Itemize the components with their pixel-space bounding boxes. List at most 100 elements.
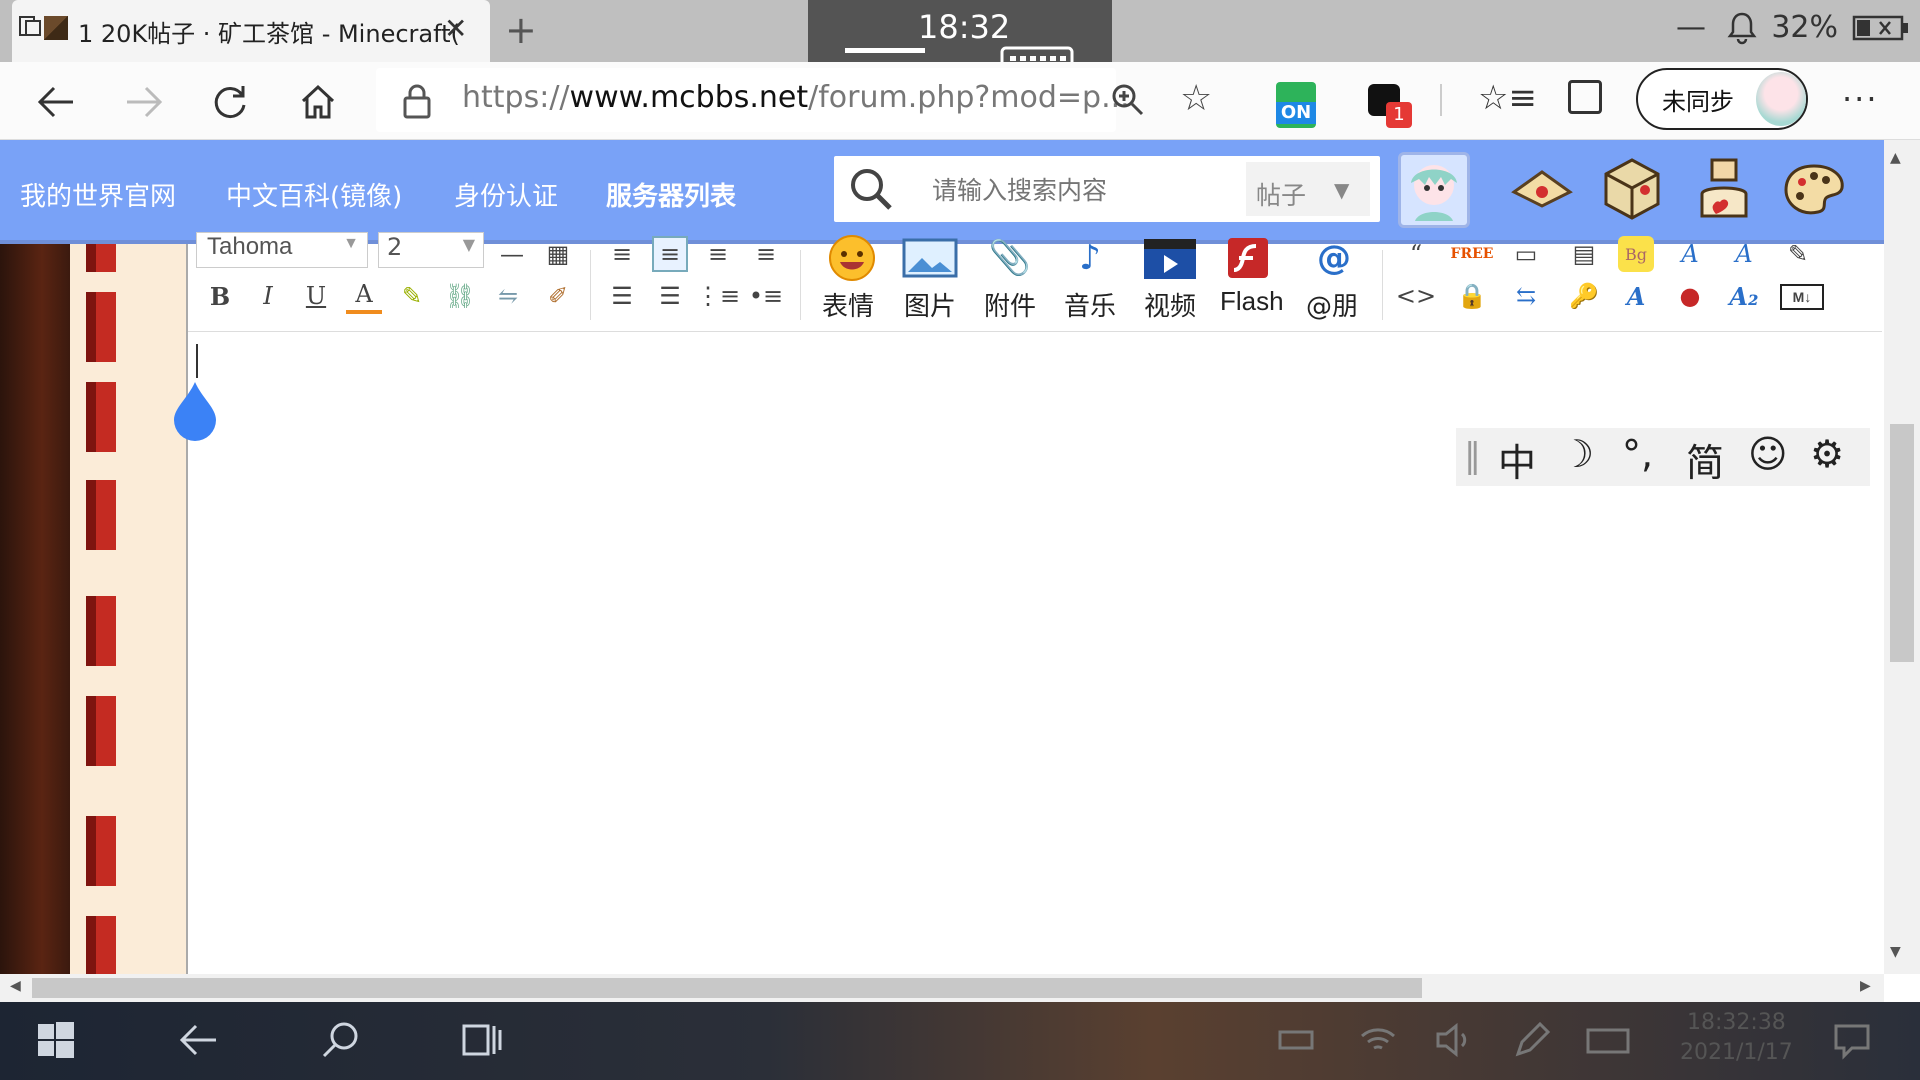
insert-video-label[interactable]: 视频 (1144, 286, 1196, 323)
minimize-icon[interactable]: — (1676, 10, 1706, 45)
chest-block-icon[interactable] (1598, 154, 1666, 224)
clear-format-brush-icon[interactable]: ✐ (540, 278, 576, 314)
video-clapper-icon[interactable] (1136, 236, 1204, 280)
qq-penguin-icon[interactable]: ● (1672, 278, 1708, 314)
insert-flash-label[interactable]: Flash (1220, 286, 1284, 317)
palette-settings-icon[interactable] (1780, 154, 1848, 224)
align-right-icon[interactable]: ≡ (748, 236, 784, 272)
ime-emoji-icon[interactable]: ☺ (1748, 432, 1788, 476)
font-style-icon[interactable]: A (1726, 236, 1762, 272)
forward-button[interactable] (122, 80, 166, 124)
insert-attachment-label[interactable]: 附件 (984, 286, 1036, 323)
quote-icon[interactable]: “ (1398, 236, 1434, 272)
collections-icon[interactable] (1568, 80, 1602, 114)
horizontal-scroll-thumb[interactable] (32, 978, 1422, 998)
zoom-icon[interactable] (1110, 82, 1144, 124)
emoji-icon[interactable] (818, 235, 886, 281)
more-options-icon[interactable]: ··· (1842, 80, 1879, 118)
home-button[interactable] (296, 80, 340, 124)
free-content-icon[interactable]: FREE (1451, 236, 1494, 272)
font-color-button[interactable]: A (346, 278, 382, 314)
page-icon[interactable]: ▭ (1508, 236, 1544, 272)
action-center-icon[interactable] (1830, 1018, 1874, 1062)
font-family-select[interactable]: Tahoma ▼ (196, 232, 368, 268)
taskbar-search-icon[interactable] (318, 1018, 362, 1062)
notification-bell-icon[interactable] (1727, 11, 1757, 45)
profile-avatar[interactable] (1756, 72, 1806, 126)
search-input[interactable] (930, 176, 1230, 207)
markdown-icon[interactable]: M↓ (1780, 284, 1824, 310)
attachment-paperclip-icon[interactable]: 📎 (976, 236, 1044, 280)
insert-link-icon[interactable]: ⛓ (442, 278, 478, 314)
bullet-list-icon[interactable]: •≡ (748, 278, 784, 314)
subscript-icon[interactable]: A₂ (1726, 278, 1762, 314)
scroll-up-arrow-icon[interactable]: ▲ (1890, 150, 1901, 166)
pen-icon[interactable]: ✎ (1780, 236, 1816, 272)
ime-chinese-mode[interactable]: 中 (1498, 432, 1536, 487)
back-button[interactable] (34, 80, 78, 124)
ime-drag-handle-icon[interactable]: ‖ (1464, 436, 1481, 476)
search-icon[interactable] (848, 166, 894, 212)
underline-button[interactable]: U (298, 278, 334, 314)
nav-link-official-site[interactable]: 我的世界官网 (20, 176, 176, 213)
align-justify-icon[interactable]: ≡ (604, 236, 640, 272)
image-icon[interactable] (896, 236, 964, 280)
insert-image-label[interactable]: 图片 (904, 286, 956, 323)
user-avatar[interactable] (1398, 152, 1470, 228)
font-size-up-icon[interactable]: A (1672, 236, 1708, 272)
font-size-select[interactable]: 2 ▼ (378, 232, 484, 268)
mention-friend-label[interactable]: @朋 (1306, 286, 1358, 323)
add-favorite-star-icon[interactable]: ☆ (1180, 78, 1212, 119)
highlight-icon[interactable]: ✎ (394, 278, 430, 314)
nav-link-identity[interactable]: 身份认证 (454, 176, 558, 213)
columns-icon[interactable]: ▤ (1566, 236, 1602, 272)
align-left-icon[interactable]: ≡ (652, 236, 688, 272)
music-note-icon[interactable]: ♪ (1056, 236, 1124, 280)
lock-icon[interactable] (400, 82, 434, 120)
unlink-icon[interactable]: ⇋ (490, 278, 526, 314)
scroll-down-arrow-icon[interactable]: ▼ (1890, 944, 1901, 960)
scroll-right-arrow-icon[interactable]: ▶ (1860, 978, 1871, 994)
nav-link-wiki-mirror[interactable]: 中文百科(镜像) (226, 176, 402, 213)
insert-music-label[interactable]: 音乐 (1064, 286, 1116, 323)
ordered-list-icon[interactable]: ⋮≡ (696, 278, 740, 314)
new-tab-button[interactable]: + (505, 8, 537, 52)
url-text[interactable]: https://www.mcbbs.net/forum.php?mod=p... (462, 80, 1130, 115)
horizontal-rule-icon[interactable]: — (494, 236, 530, 272)
bold-button[interactable]: B (202, 278, 238, 314)
refresh-button[interactable] (208, 80, 252, 124)
task-view-icon[interactable] (460, 1018, 504, 1062)
profile-character-icon[interactable] (1690, 154, 1758, 224)
table-icon[interactable]: ▦ (540, 236, 576, 272)
flash-icon[interactable] (1214, 236, 1282, 280)
float-left-icon[interactable]: ☰ (604, 278, 640, 314)
text-style-icon[interactable]: A (1618, 278, 1654, 314)
tab-actions-icon[interactable] (18, 14, 42, 38)
favorites-icon[interactable]: ☆≡ (1478, 78, 1537, 118)
page-break-icon[interactable]: ⇆ (1508, 278, 1544, 314)
hide-content-lock-icon[interactable]: 🔒 (1454, 278, 1490, 314)
scroll-left-arrow-icon[interactable]: ◀ (10, 978, 21, 994)
code-icon[interactable]: <> (1396, 278, 1436, 314)
messages-envelope-icon[interactable] (1508, 154, 1576, 224)
taskbar-back-icon[interactable] (176, 1018, 220, 1062)
post-editor[interactable] (186, 244, 1884, 974)
ime-punctuation-icon[interactable]: °, (1622, 432, 1653, 476)
float-right-icon[interactable]: ☰ (652, 278, 688, 314)
mention-at-icon[interactable]: @ (1300, 236, 1368, 280)
background-color-icon[interactable]: Bg (1618, 236, 1654, 272)
extension-on-button[interactable]: ON (1276, 82, 1316, 128)
insert-emoji-label[interactable]: 表情 (822, 286, 874, 323)
align-center-icon[interactable]: ≡ (700, 236, 736, 272)
ime-settings-gear-icon[interactable]: ⚙ (1810, 432, 1844, 476)
ime-simplified-mode[interactable]: 简 (1686, 432, 1724, 487)
ime-half-width-moon-icon[interactable]: ☽ (1560, 432, 1594, 476)
start-windows-icon[interactable] (34, 1018, 78, 1062)
vertical-scroll-thumb[interactable] (1890, 424, 1914, 662)
password-key-icon[interactable]: 🔑 (1566, 278, 1602, 314)
nav-link-server-list[interactable]: 服务器列表 (606, 176, 736, 213)
italic-button[interactable]: I (250, 278, 286, 314)
tab-close-icon[interactable]: ✕ (444, 12, 467, 45)
tray-clock[interactable]: 18:32:38 2021/1/17 (1680, 1008, 1793, 1068)
selection-handle-icon[interactable] (170, 380, 220, 442)
